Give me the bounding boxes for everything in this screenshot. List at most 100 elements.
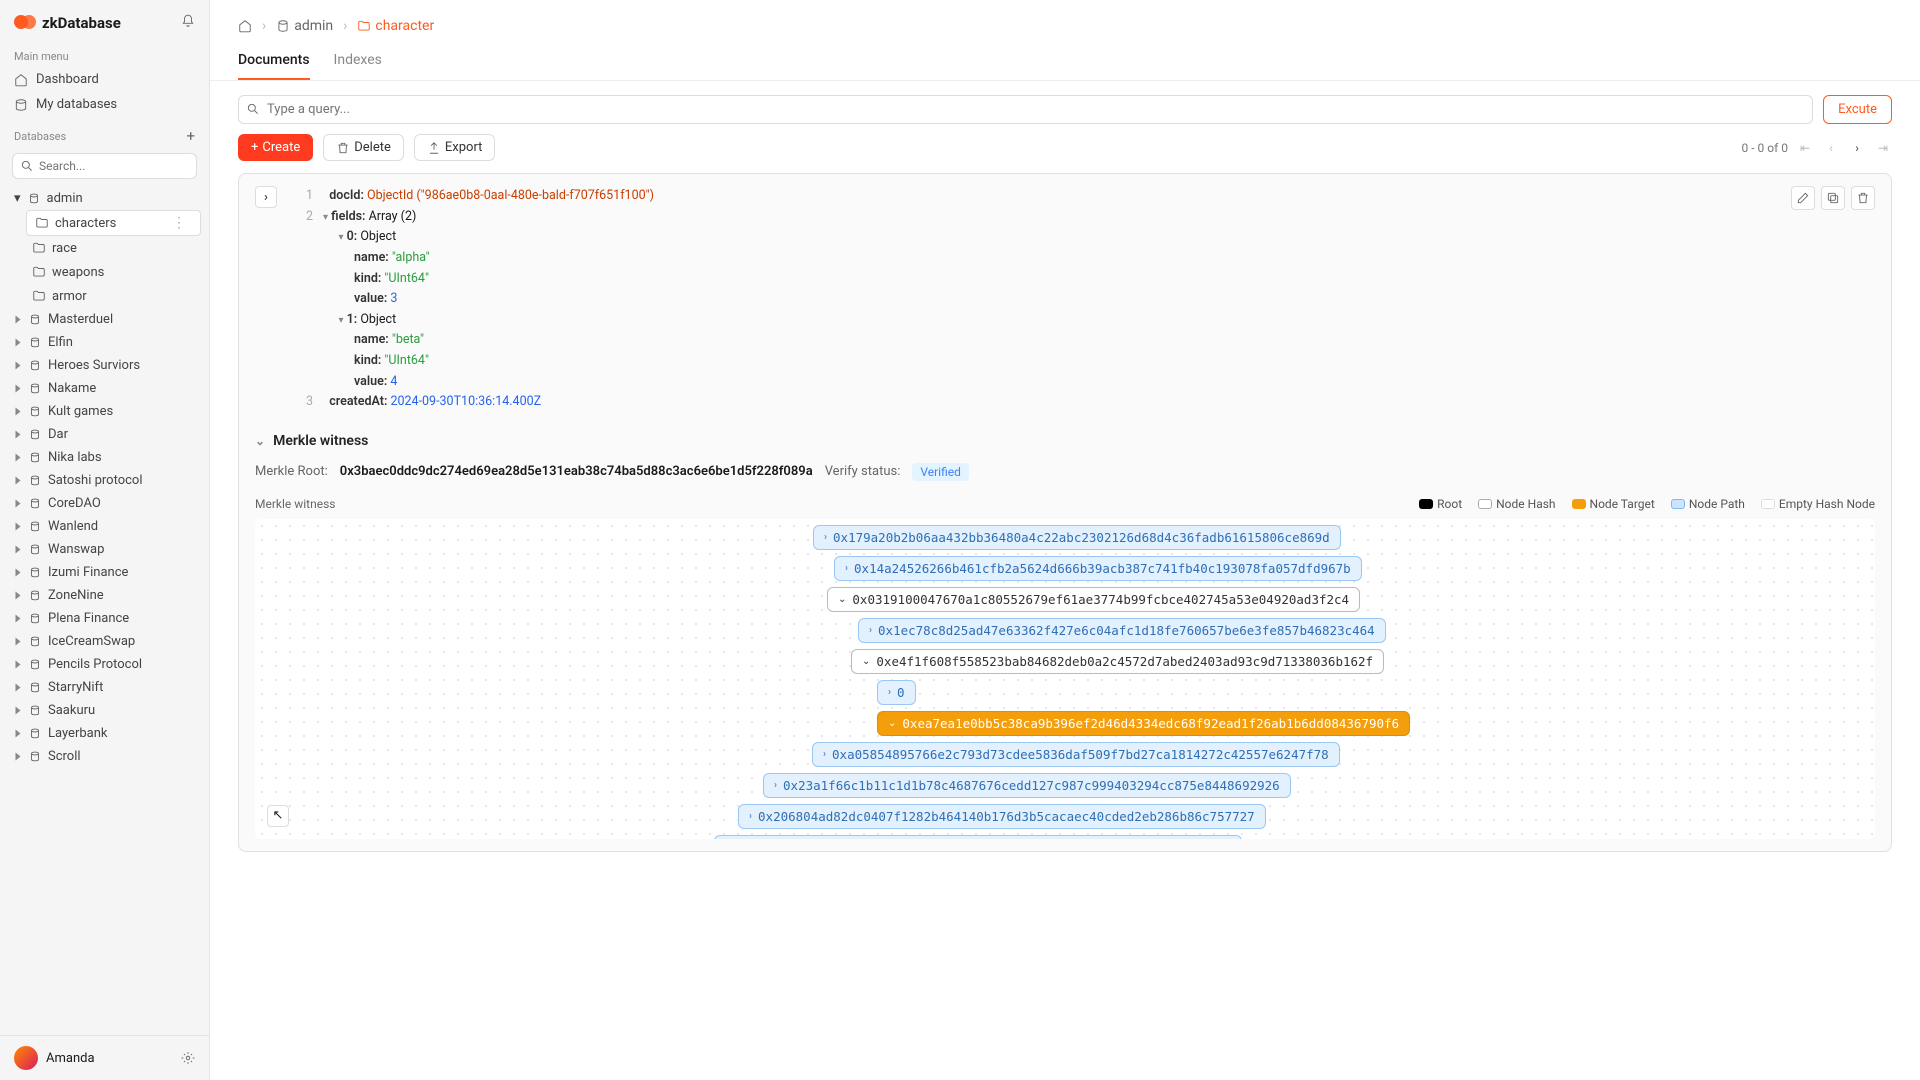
db-tree-item[interactable]: Nika labs	[0, 446, 209, 469]
db-tree-item[interactable]: Masterduel	[0, 308, 209, 331]
db-tree-item[interactable]: Plena Finance	[0, 607, 209, 630]
create-button[interactable]: + Create	[238, 134, 313, 161]
merkle-tree-viewer[interactable]: › 0x179a20b2b06aa432bb36480a4c22abc23021…	[255, 519, 1875, 839]
database-search-input[interactable]	[12, 153, 197, 179]
db-tree-item[interactable]: Kult games	[0, 400, 209, 423]
database-icon	[28, 474, 42, 488]
collection-tree-item[interactable]: armor⋮	[0, 284, 209, 308]
database-icon	[28, 359, 42, 373]
chevron-icon: ›	[774, 780, 777, 791]
chevron-icon: ›	[823, 749, 826, 760]
chevron-icon: ›	[869, 625, 872, 636]
tab-documents[interactable]: Documents	[238, 44, 310, 80]
db-tree-item[interactable]: CoreDAO	[0, 492, 209, 515]
copy-icon	[1826, 191, 1840, 205]
execute-button[interactable]: Excute	[1823, 95, 1892, 124]
db-tree-item[interactable]: IceCreamSwap	[0, 630, 209, 653]
database-icon	[276, 19, 290, 33]
chevron-icon: ⌄	[888, 718, 896, 729]
query-input[interactable]	[238, 95, 1813, 124]
merkle-root-hash: 0x3baec0ddc9dc274ed69ea28d5e131eab38c74b…	[340, 464, 813, 479]
folder-icon	[32, 241, 46, 255]
verify-status-label: Verify status:	[825, 464, 901, 479]
database-icon	[28, 451, 42, 465]
db-tree-item[interactable]: Wanswap	[0, 538, 209, 561]
legend-root: Root	[1419, 497, 1462, 511]
db-tree-item[interactable]: Layerbank	[0, 722, 209, 745]
more-icon[interactable]: ⋮	[172, 215, 186, 231]
merkle-node[interactable]: › 0x1ec78c8d25ad47e63362f427e6c04afc1d18…	[858, 618, 1386, 643]
chevron-icon: ›	[749, 811, 752, 822]
legend-target: Node Target	[1572, 497, 1655, 511]
export-icon	[427, 141, 441, 155]
database-icon	[28, 543, 42, 557]
collection-tree-item[interactable]: characters⋮	[26, 210, 201, 236]
legend-empty: Empty Hash Node	[1761, 497, 1875, 511]
db-tree-item[interactable]: Heroes Surviors	[0, 354, 209, 377]
db-tree-item[interactable]: ▾ admin	[0, 187, 209, 210]
tree-collapse-handle[interactable]: ↖	[267, 805, 289, 827]
database-icon	[28, 681, 42, 695]
db-tree-item[interactable]: Wanlend	[0, 515, 209, 538]
merkle-node[interactable]: › 0x179a20b2b06aa432bb36480a4c22abc23021…	[813, 525, 1341, 550]
db-tree-item[interactable]: ZoneNine	[0, 584, 209, 607]
db-tree-item[interactable]: Satoshi protocol	[0, 469, 209, 492]
merkle-node[interactable]: ⌄ 0xe4f1f608f558523bab84682deb0a2c4572d7…	[851, 649, 1384, 674]
logo-icon	[14, 15, 36, 31]
breadcrumb-db[interactable]: admin	[276, 18, 333, 34]
database-icon	[28, 635, 42, 649]
merkle-node[interactable]: › 0xa05854895766e2c793d73cdee5836daf509f…	[812, 742, 1340, 767]
merkle-node[interactable]: ⌄ 0xea7ea1e0bb5c38ca9b396ef2d46d4334edc6…	[877, 711, 1410, 736]
page-prev-button[interactable]: ‹	[1822, 141, 1840, 155]
search-icon	[246, 102, 260, 116]
db-tree-item[interactable]: Dar	[0, 423, 209, 446]
merkle-node[interactable]: › 0x14a24526266b461cfb2a5624d666b39acb38…	[834, 556, 1362, 581]
bell-icon[interactable]	[181, 14, 195, 32]
page-first-button[interactable]: ⇤	[1796, 141, 1814, 155]
database-icon	[28, 405, 42, 419]
db-tree-item[interactable]: Izumi Finance	[0, 561, 209, 584]
sidebar-item-my-databases[interactable]: My databases	[0, 92, 209, 117]
merkle-section-toggle[interactable]: ⌄ Merkle witness	[255, 427, 1875, 455]
home-icon	[14, 73, 28, 87]
trash-icon	[336, 141, 350, 155]
database-icon	[28, 704, 42, 718]
doc-toggle-button[interactable]: ›	[255, 186, 277, 208]
doc-edit-button[interactable]	[1791, 186, 1815, 210]
db-tree-item[interactable]: Pencils Protocol	[0, 653, 209, 676]
database-icon	[28, 589, 42, 603]
db-tree-item[interactable]: Saakuru	[0, 699, 209, 722]
add-database-button[interactable]: +	[186, 127, 195, 145]
chevron-icon: ⌄	[862, 656, 870, 667]
doc-delete-button[interactable]	[1851, 186, 1875, 210]
chevron-icon: ›	[888, 687, 891, 698]
gear-icon[interactable]	[181, 1051, 195, 1065]
doc-copy-button[interactable]	[1821, 186, 1845, 210]
export-button[interactable]: Export	[414, 134, 496, 161]
avatar[interactable]	[14, 1046, 38, 1070]
merkle-node[interactable]: › 0x206804ad82dc0407f1282b464140b176d3b5…	[738, 804, 1266, 829]
db-tree-item[interactable]: Nakame	[0, 377, 209, 400]
db-tree-item[interactable]: Elfin	[0, 331, 209, 354]
chevron-icon: ›	[824, 532, 827, 543]
sidebar-item-dashboard[interactable]: Dashboard	[0, 67, 209, 92]
pagination-range: 0 - 0 of 0	[1742, 141, 1788, 155]
page-next-button[interactable]: ›	[1848, 141, 1866, 155]
tab-indexes[interactable]: Indexes	[334, 44, 382, 80]
collection-tree-item[interactable]: weapons⋮	[0, 260, 209, 284]
db-tree-item[interactable]: Scroll	[0, 745, 209, 768]
chevron-icon: ›	[845, 563, 848, 574]
merkle-node[interactable]: › 0xe3457f21075bdad52bd9623a69bbc07809f8…	[714, 835, 1242, 839]
merkle-node[interactable]: › 0	[877, 680, 916, 705]
home-icon[interactable]	[238, 19, 252, 33]
database-icon	[28, 566, 42, 580]
merkle-witness-title: Merkle witness	[255, 497, 335, 511]
db-tree-item[interactable]: StarryNift	[0, 676, 209, 699]
page-last-button[interactable]: ⇥	[1874, 141, 1892, 155]
merkle-node[interactable]: ⌄ 0x0319100047670a1c80552679ef61ae3774b9…	[827, 587, 1360, 612]
collection-tree-item[interactable]: race⋮	[0, 236, 209, 260]
app-logo[interactable]: zkDatabase	[14, 14, 121, 32]
database-icon	[28, 497, 42, 511]
delete-button[interactable]: Delete	[323, 134, 404, 161]
merkle-node[interactable]: › 0x23a1f66c1b11c1d1b78c4687676cedd127c9…	[763, 773, 1291, 798]
